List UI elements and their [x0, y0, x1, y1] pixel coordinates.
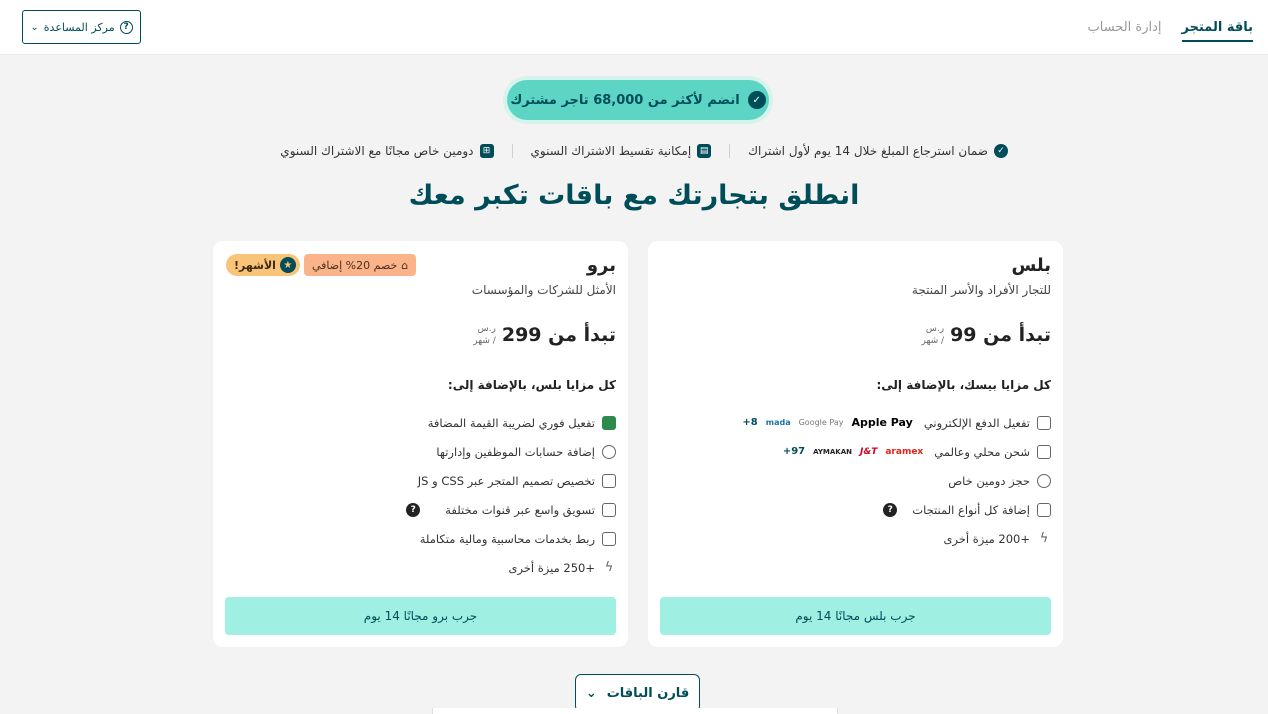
merchants-count-banner: ✓ انضم لأكثر من 68,000 تاجر مشترك [507, 80, 769, 120]
shipping-logos: +97 AYMAKAN J&T aramex [783, 446, 923, 457]
price-unit: ر.س / شهر [922, 323, 945, 347]
payment-logos: +8 mada Google Pay Apple Pay [742, 416, 912, 429]
star-icon: ★ [279, 257, 296, 273]
period-label: / شهر [473, 336, 496, 346]
discount-label: خصم 20% إضافي [312, 258, 398, 272]
comparison-panel-edge [432, 708, 838, 714]
chart-icon [602, 531, 616, 546]
currency-label: ر.س [925, 324, 945, 334]
feature-item: شحن محلي وعالمي +97 AYMAKAN J&T aramex [742, 437, 1051, 466]
info-icon[interactable]: ? [883, 502, 898, 517]
jt-express-logo: J&T [860, 446, 878, 457]
code-window-icon [602, 473, 616, 488]
grid-icon [1037, 502, 1051, 517]
feature-item: ϟ +250 ميزة أخرى [406, 553, 616, 582]
try-pro-button[interactable]: جرب برو مجانًا 14 يوم [225, 597, 616, 635]
more-shipping-count: +97 [782, 446, 806, 457]
link-icon [1037, 473, 1051, 488]
plan-subtitle: للتجار الأفراد والأسر المنتجة [911, 283, 1051, 297]
feature-label: إضافة كل أنواع المنتجات [912, 502, 1030, 517]
aramex-logo: aramex [885, 446, 924, 457]
page-headline: انطلق بتجارتك مع باقات تكبر معك [408, 180, 860, 211]
currency-label: ر.س [477, 324, 496, 334]
tab-account-management[interactable]: إدارة الحساب [1088, 0, 1162, 55]
chevron-down-icon: ⌄ [30, 21, 39, 33]
feature-label: تخصيص تصميم المتجر عبر CSS و JS [417, 473, 595, 488]
feature-item: حجز دومين خاص [742, 466, 1051, 495]
compare-plans-label: قارن الباقات [606, 685, 690, 701]
feature-item: تسويق واسع عبر قنوات مختلفة ? [406, 495, 616, 524]
payment-icon [1037, 415, 1051, 430]
plan-subtitle: الأمثل للشركات والمؤسسات [471, 283, 616, 297]
bolt-icon: ϟ [1039, 530, 1049, 546]
popular-badge: ★ الأشهر! [226, 254, 300, 276]
guarantee-domain-label: دومين خاص مجانًا مع الاشتراك السنوي [280, 144, 474, 158]
plan-price: تبدأ من 299 ر.س / شهر [473, 323, 616, 347]
info-icon[interactable]: ? [406, 502, 421, 517]
guarantee-domain: ⊞ دومين خاص مجانًا مع الاشتراك السنوي [280, 144, 513, 158]
merchants-count-label: انضم لأكثر من 68,000 تاجر مشترك [510, 92, 740, 108]
feature-item: إضافة حسابات الموظفين وإدارتها [406, 437, 616, 466]
feature-label: تفعيل فوري لضريبة القيمة المضافة [427, 415, 595, 430]
guarantee-refund-label: ضمان استرجاع المبلغ خلال 14 يوم لأول اشت… [748, 144, 988, 158]
compare-plans-button[interactable]: قارن الباقات ⌄ [575, 674, 700, 712]
features-list: تفعيل الدفع الإلكتروني +8 mada Google Pa… [742, 408, 1051, 553]
feature-item: تفعيل الدفع الإلكتروني +8 mada Google Pa… [742, 408, 1051, 437]
users-icon [602, 444, 616, 459]
feature-label: شحن محلي وعالمي [934, 444, 1030, 459]
popular-label: الأشهر! [234, 258, 276, 272]
feature-item: إضافة كل أنواع المنتجات ? [742, 495, 1051, 524]
feature-label: تسويق واسع عبر قنوات مختلفة [445, 502, 595, 517]
feature-label: ربط بخدمات محاسبية ومالية متكاملة [419, 531, 595, 546]
google-pay-logo: Google Pay [798, 418, 844, 427]
vat-icon [602, 415, 616, 430]
discount-badge: ⌂ خصم 20% إضافي [304, 254, 417, 276]
plan-price: تبدأ من 99 ر.س / شهر [922, 323, 1052, 347]
top-tabs: باقة المتجر إدارة الحساب [1088, 0, 1253, 55]
guarantee-refund: ✓ ضمان استرجاع المبلغ خلال 14 يوم لأول ا… [730, 144, 1008, 158]
apple-pay-logo: Apple Pay [851, 416, 913, 429]
chevron-down-icon: ⌄ [585, 685, 597, 701]
verified-badge-icon: ✓ [994, 144, 1008, 158]
help-center-label: مركز المساعدة [43, 20, 115, 34]
features-list: تفعيل فوري لضريبة القيمة المضافة إضافة ح… [406, 408, 616, 582]
more-payment-count: +8 [742, 417, 758, 428]
feature-item: ϟ +200 ميزة أخرى [742, 524, 1051, 553]
feature-item: تفعيل فوري لضريبة القيمة المضافة [406, 408, 616, 437]
installment-card-icon: ▤ [697, 144, 712, 158]
plan-card-pro: برو الأمثل للشركات والمؤسسات ⌂ خصم 20% إ… [213, 241, 628, 647]
features-title: كل مزايا بلس، بالإضافة إلى: [447, 378, 616, 392]
try-plus-button[interactable]: جرب بلس مجانًا 14 يوم [660, 597, 1051, 635]
plan-name: بلس [1011, 255, 1051, 276]
aymakan-logo: AYMAKAN [813, 447, 853, 456]
guarantee-installments-label: إمكانية تقسيط الاشتراك السنوي [530, 144, 692, 158]
plan-name: برو [586, 255, 616, 276]
tab-store-plan[interactable]: باقة المتجر [1181, 0, 1253, 55]
mada-logo: mada [765, 418, 791, 427]
feature-label: +250 ميزة أخرى [508, 560, 595, 575]
top-bar: باقة المتجر إدارة الحساب ? مركز المساعدة… [0, 0, 1268, 55]
feature-label: إضافة حسابات الموظفين وإدارتها [436, 444, 595, 459]
shipping-truck-icon [1037, 444, 1051, 459]
feature-item: تخصيص تصميم المتجر عبر CSS و JS [406, 466, 616, 495]
feature-label: +200 ميزة أخرى [943, 531, 1030, 546]
feature-label: تفعيل الدفع الإلكتروني [923, 415, 1030, 430]
help-center-button[interactable]: ? مركز المساعدة ⌄ [22, 10, 141, 44]
period-label: / شهر [921, 336, 945, 346]
feature-item: ربط بخدمات محاسبية ومالية متكاملة [406, 524, 616, 553]
tag-icon: ⌂ [401, 258, 409, 272]
megaphone-icon [602, 502, 616, 517]
help-circle-icon: ? [119, 20, 133, 34]
plan-card-plus: بلس للتجار الأفراد والأسر المنتجة تبدأ م… [648, 241, 1063, 647]
verified-badge-icon: ✓ [747, 91, 766, 109]
features-title: كل مزايا بيسك، بالإضافة إلى: [876, 378, 1051, 392]
bolt-icon: ϟ [604, 559, 614, 575]
price-unit: ر.س / شهر [473, 323, 496, 347]
guarantee-installments: ▤ إمكانية تقسيط الاشتراك السنوي [513, 144, 731, 158]
feature-label: حجز دومين خاص [948, 473, 1030, 488]
price-amount: تبدأ من 299 [501, 324, 616, 346]
guarantees-row: ✓ ضمان استرجاع المبلغ خلال 14 يوم لأول ا… [280, 140, 1008, 162]
price-amount: تبدأ من 99 [950, 324, 1051, 346]
gift-icon: ⊞ [479, 144, 494, 158]
